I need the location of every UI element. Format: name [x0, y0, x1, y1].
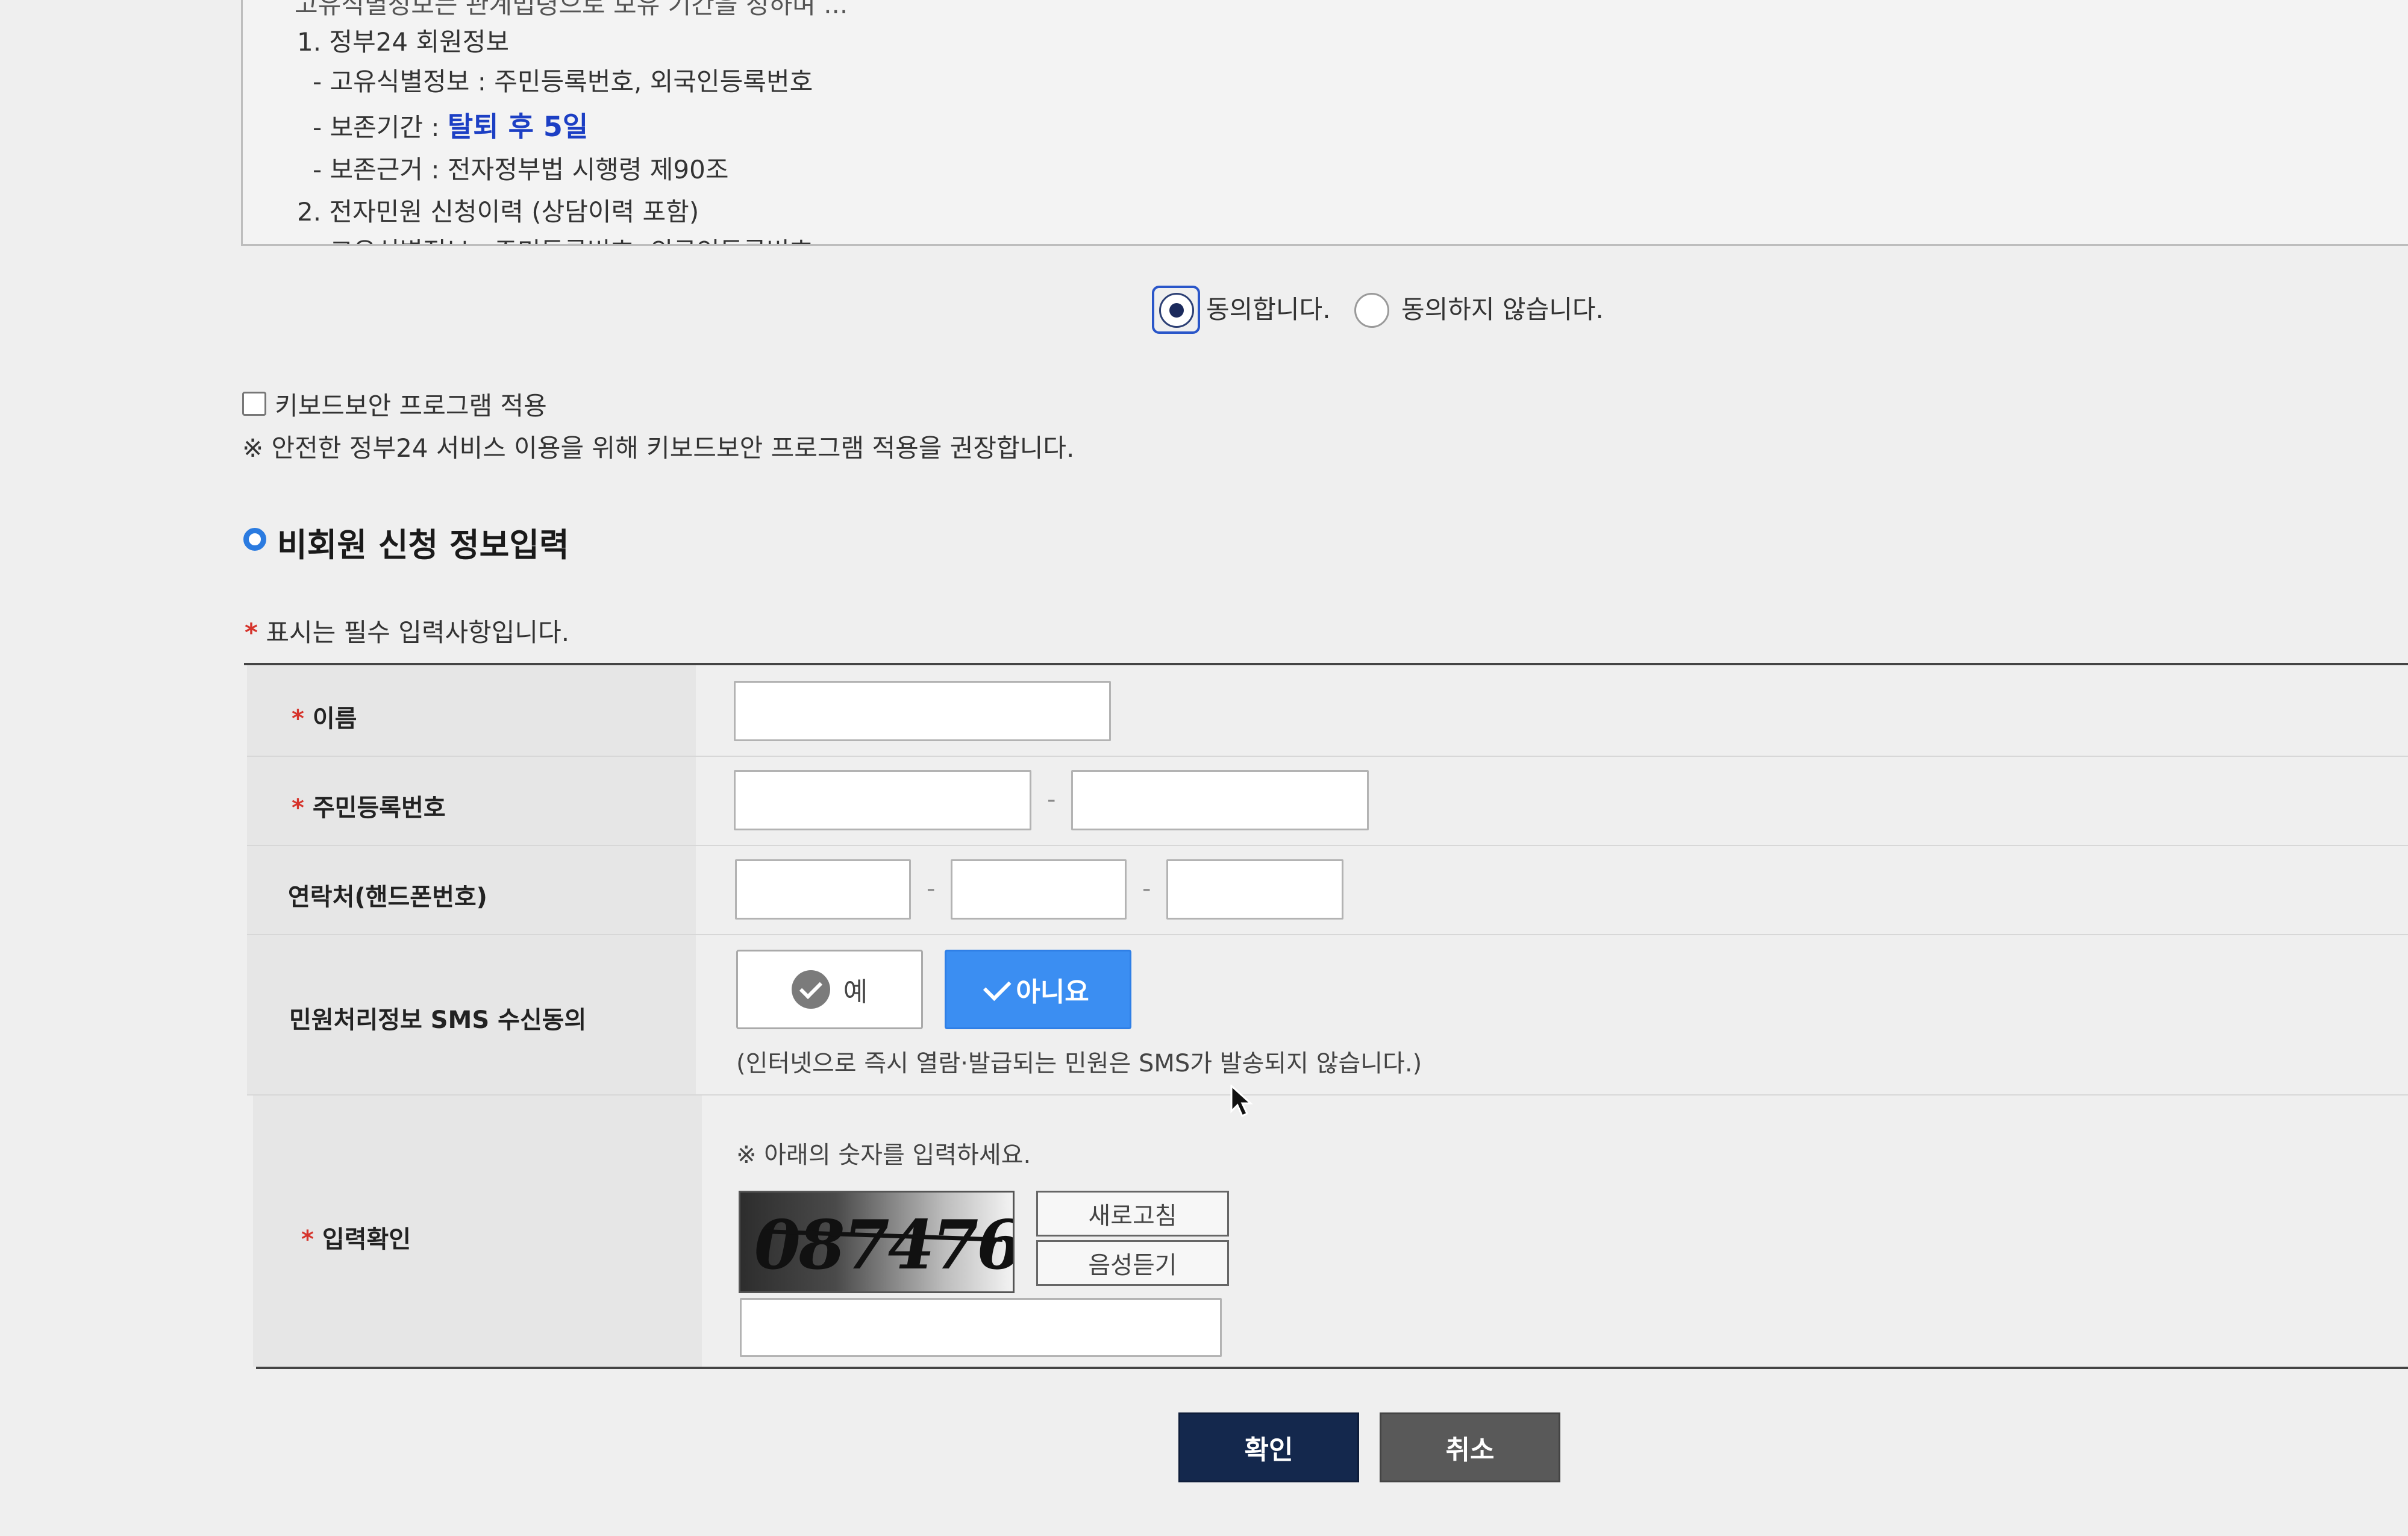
- sms-yes-label: 예: [843, 977, 868, 1008]
- agree-label[interactable]: 동의합니다.: [1206, 289, 1331, 326]
- captcha-label-text: 입력확인: [322, 1226, 411, 1253]
- terms-item2-title: 2. 전자민원 신청이력 (상담이력 포함): [297, 197, 699, 227]
- captcha-audio-button[interactable]: 음성듣기: [1036, 1240, 1229, 1286]
- sms-note: (인터넷으로 즉시 열람·발급되는 민원은 SMS가 발송되지 않습니다.): [736, 1050, 1422, 1077]
- phone-label: 연락처(핸드폰번호): [288, 883, 487, 911]
- captcha-refresh-button[interactable]: 새로고침: [1036, 1191, 1229, 1237]
- captcha-instruction: ※ 아래의 숫자를 입력하세요.: [736, 1141, 1031, 1169]
- sms-no-label: 아니요: [1016, 977, 1089, 1008]
- cancel-button[interactable]: 취소: [1380, 1412, 1560, 1482]
- retention-label: - 보존기간 :: [313, 113, 448, 142]
- phone-first-input[interactable]: [735, 859, 911, 920]
- required-star-icon: *: [245, 618, 258, 647]
- terms-item1-title: 1. 정부24 회원정보: [297, 27, 510, 57]
- phone-middle-input[interactable]: [951, 859, 1127, 920]
- row-divider: [247, 1094, 2408, 1096]
- terms-item1-basis: - 보존근거 : 전자정부법 시행령 제90조: [313, 155, 729, 184]
- terms-item2-cut: - 고유식별정보 : 주민등록번호, 외국인등록번호: [313, 231, 813, 244]
- name-input[interactable]: [734, 681, 1111, 741]
- required-star-icon: *: [292, 794, 304, 822]
- retention-value: 탈퇴 후 5일: [447, 110, 589, 143]
- captcha-label: * 입력확인: [301, 1220, 411, 1255]
- row-divider: [247, 756, 2408, 757]
- captcha-image: 087476: [739, 1191, 1015, 1293]
- terms-box[interactable]: 고유식별정보는 관계법령으로 보유 기간을 정하며 ... 1. 정부24 회원…: [241, 0, 2408, 246]
- required-star-icon: *: [292, 705, 304, 733]
- keyboard-security-label[interactable]: 키보드보안 프로그램 적용: [275, 386, 547, 422]
- section-bullet-icon: [243, 528, 266, 551]
- rrn-label: * 주민등록번호: [292, 788, 446, 823]
- checkmark-icon: [983, 973, 1012, 1002]
- agree-radio[interactable]: [1159, 293, 1194, 328]
- rrn-label-text: 주민등록번호: [312, 794, 446, 822]
- mouse-cursor-icon: [1230, 1085, 1253, 1118]
- section-title: 비회원 신청 정보입력: [277, 526, 569, 564]
- check-circle-icon: [791, 970, 830, 1009]
- keyboard-security-checkbox[interactable]: [242, 392, 266, 416]
- phone-last-input[interactable]: [1166, 859, 1343, 920]
- terms-cut-line: 고유식별정보는 관계법령으로 보유 기간을 정하며 ...: [295, 0, 848, 19]
- row-divider: [247, 934, 2408, 935]
- captcha-text: 087476: [746, 1206, 1015, 1285]
- required-notice-text: 표시는 필수 입력사항입니다.: [266, 618, 570, 647]
- phone-dash-2: -: [1142, 875, 1151, 903]
- rrn-second-input[interactable]: [1071, 770, 1369, 830]
- required-notice: * 표시는 필수 입력사항입니다.: [245, 612, 569, 649]
- required-star-icon: *: [301, 1226, 314, 1253]
- disagree-radio[interactable]: [1354, 293, 1389, 328]
- rrn-first-input[interactable]: [734, 770, 1031, 830]
- keyboard-security-notice: ※ 안전한 정부24 서비스 이용을 위해 키보드보안 프로그램 적용을 권장합…: [242, 433, 1075, 463]
- phone-dash-1: -: [927, 875, 936, 903]
- sms-no-button[interactable]: 아니요: [945, 950, 1131, 1029]
- terms-item1-retention: - 보존기간 : 탈퇴 후 5일: [313, 105, 588, 145]
- disagree-label[interactable]: 동의하지 않습니다.: [1401, 289, 1604, 326]
- rrn-dash: -: [1047, 786, 1056, 813]
- form-bottom-border: [256, 1367, 2408, 1369]
- sms-yes-button[interactable]: 예: [736, 950, 923, 1029]
- confirm-button[interactable]: 확인: [1178, 1412, 1359, 1482]
- row-divider: [247, 845, 2408, 846]
- terms-item1-id-info: - 고유식별정보 : 주민등록번호, 외국인등록번호: [313, 67, 813, 96]
- sms-label: 민원처리정보 SMS 수신동의: [289, 1006, 587, 1034]
- name-label: * 이름: [292, 699, 357, 734]
- captcha-input[interactable]: [740, 1298, 1222, 1357]
- name-label-text: 이름: [312, 705, 357, 733]
